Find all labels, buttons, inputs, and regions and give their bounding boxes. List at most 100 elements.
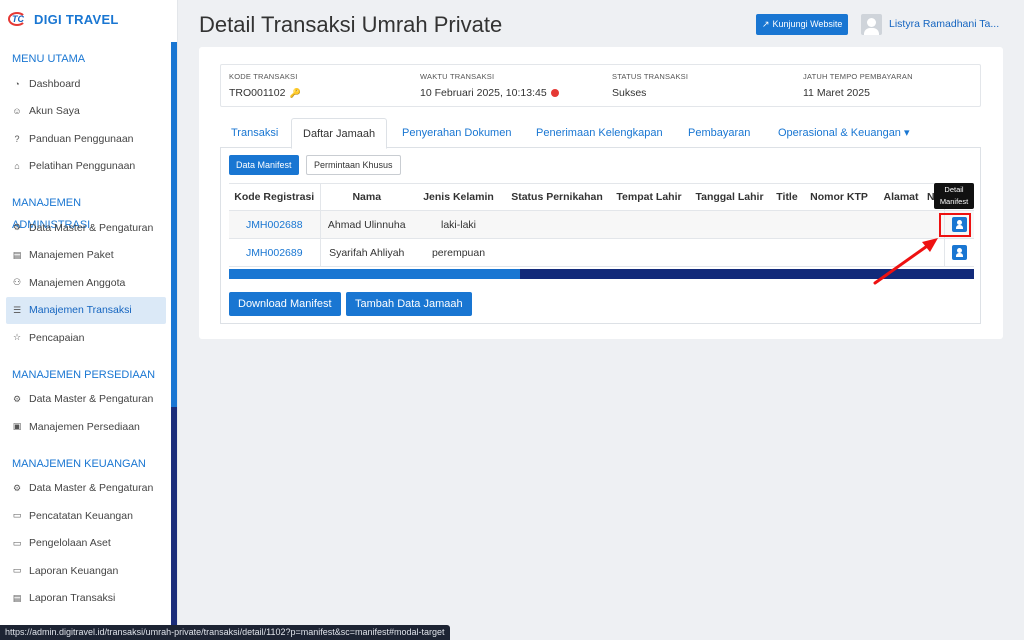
sidebar-item-panduan-penggunaan[interactable]: ? Panduan Penggunaan [0, 125, 172, 153]
key-icon[interactable]: 🔑 [289, 88, 300, 99]
add-jamaah-button[interactable]: Tambah Data Jamaah [346, 292, 472, 316]
sidebar-item-laporan-keuangan[interactable]: ▭ Laporan Keuangan [0, 557, 172, 585]
detail-manifest-tooltip: Detail Manifest [934, 183, 974, 209]
sidebar-item-pelatihan-penggunaan[interactable]: ⌂ Pelatihan Penggunaan [0, 153, 172, 181]
sidebar-item-label: Pencapaian [29, 331, 85, 344]
browser-status-bar: https://admin.digitravel.id/transaksi/um… [0, 625, 450, 640]
money-icon: ▭ [12, 565, 22, 576]
detail-manifest-button[interactable] [951, 245, 967, 260]
due-label: JATUH TEMPO PEMBAYARAN [803, 72, 913, 81]
sidebar-menu: MENU UTAMA ◔ Dashboard ☺ Akun Saya? Panduan P… [0, 48, 172, 612]
sidebar-scrollbar-thumb[interactable] [171, 42, 177, 407]
sidebar-item-label: Data Master & Pengaturan [29, 482, 154, 495]
visit-website-label: Kunjungi Website [772, 19, 843, 29]
cart-icon: ☰ [12, 304, 22, 315]
sidebar-item-laporan-transaksi[interactable]: ▤ Laporan Transaksi [0, 585, 172, 613]
sidebar-item-label: Manajemen Paket [29, 249, 114, 262]
registration-code-link[interactable]: JMH002688 [229, 210, 321, 239]
sidebar-item-label: Pengelolaan Aset [29, 537, 111, 550]
code-label: KODE TRANSAKSI [229, 72, 298, 81]
sidebar-section-title: MENU UTAMA [12, 53, 86, 65]
table-row: JMH002688 Ahmad Ulinnuha laki-laki [229, 210, 974, 239]
brand[interactable]: TC DIGI TRAVEL [8, 10, 119, 28]
sidebar-item-label: Manajemen Anggota [29, 276, 126, 289]
sidebar-item-data-master-pengaturan[interactable]: ⚙ Data Master & Pengaturan [0, 386, 172, 414]
question-icon: ? [14, 133, 20, 144]
table-scrollbar-thumb[interactable] [229, 269, 520, 279]
column-header[interactable]: Jenis Kelamin [413, 183, 504, 211]
table-horizontal-scrollbar[interactable] [229, 269, 974, 279]
transaction-card: KODE TRANSAKSI TRO001102 🔑 WAKTU TRANSAKS… [199, 47, 1003, 339]
sidebar-item-manajemen-anggota[interactable]: ⚇ Manajemen Anggota [0, 269, 172, 297]
tab-penerimaan-kelengkapan[interactable]: Penerimaan Kelengkapan [525, 118, 674, 148]
download-manifest-button[interactable]: Download Manifest [229, 292, 341, 316]
registration-code-link[interactable]: JMH002689 [229, 238, 321, 267]
sidebar-item-data-master-pengaturan[interactable]: ⚙ Data Master & Pengaturan [0, 475, 172, 503]
column-header[interactable]: Tempat Lahir [610, 183, 688, 211]
page-title: Detail Transaksi Umrah Private [199, 12, 503, 37]
brand-logo-icon: TC [8, 10, 30, 28]
sidebar-item-label: Panduan Penggunaan [29, 132, 134, 145]
sidebar-item-label: Laporan Keuangan [29, 564, 119, 577]
column-header[interactable]: Alamat [875, 183, 927, 211]
inbox-icon: ▭ [12, 537, 22, 548]
user-name[interactable]: Listyra Ramadhani Ta... [889, 18, 999, 30]
tab-bar: Transaksi Daftar Jamaah Penyerahan Dokum… [220, 118, 981, 149]
sidebar-item-label: Pelatihan Penggunaan [29, 160, 136, 173]
sidebar-item-dashboard[interactable]: ◔ Dashboard [0, 70, 172, 98]
sidebar-item-label: Pencatatan Keuangan [29, 509, 133, 522]
sidebar-item-label: Akun Saya [29, 105, 80, 118]
money-icon: ▭ [12, 510, 22, 521]
avatar[interactable] [861, 14, 882, 35]
gender-cell: perempuan [413, 238, 504, 267]
tab-pane-daftar-jamaah: Data Manifest Permintaan Khusus Kode Reg… [220, 147, 981, 324]
visit-website-button[interactable]: ↗ Kunjungi Website [756, 14, 849, 35]
column-header[interactable]: Title [771, 183, 803, 211]
sidebar-section-title: MANAJEMEN PERSEDIAAN [12, 368, 156, 381]
due-value: 11 Maret 2025 [803, 87, 870, 99]
external-link-icon: ↗ [762, 19, 770, 29]
sidebar-item-akun-saya[interactable]: ☺ Akun Saya [0, 98, 172, 126]
user-icon: ☺ [12, 106, 22, 117]
dashboard-icon: ◔ [14, 78, 20, 89]
cogs-icon: ⚙ [12, 393, 22, 404]
sidebar-item-manajemen-transaksi[interactable]: ☰ Manajemen Transaksi [6, 296, 166, 324]
column-header[interactable]: Kode Registrasi [229, 183, 321, 211]
data-manifest-button[interactable]: Data Manifest [229, 155, 299, 175]
sidebar-item-pencatatan-keuangan[interactable]: ▭ Pencatatan Keuangan [0, 502, 172, 530]
tab-penyerahan-dokumen[interactable]: Penyerahan Dokumen [391, 118, 522, 148]
name-cell: Ahmad Ulinnuha [320, 210, 413, 239]
highlight-box [939, 213, 971, 237]
gender-cell: laki-laki [413, 210, 504, 239]
tab-daftar-jamaah[interactable]: Daftar Jamaah [291, 118, 388, 149]
cubes-icon: ▣ [12, 421, 22, 432]
star-icon: ☆ [12, 332, 22, 343]
sidebar-item-label: Data Master & Pengaturan [29, 393, 154, 406]
book-icon: ▤ [12, 249, 22, 260]
name-cell: Syarifah Ahliyah [320, 238, 413, 267]
sidebar-item-pengelolaan-aset[interactable]: ▭ Pengelolaan Aset [0, 530, 172, 558]
sidebar-item-label: Laporan Transaksi [29, 592, 116, 605]
sidebar-item-label: Manajemen Transaksi [29, 304, 132, 317]
status-value: Sukses [612, 87, 647, 99]
column-header[interactable]: Status Pernikahan [504, 183, 610, 211]
table-row: JMH002689 Syarifah Ahliyah perempuan [229, 238, 974, 267]
column-header[interactable]: Tanggal Lahir [688, 183, 771, 211]
column-header[interactable]: Nomor KTP [803, 183, 875, 211]
manifest-table: Kode Registrasi Nama Jenis Kelamin Statu… [229, 183, 974, 267]
permintaan-khusus-button[interactable]: Permintaan Khusus [306, 155, 401, 175]
sidebar-section-title: MANAJEMEN KEUANGAN [12, 457, 146, 470]
sidebar-item-label: Manajemen Persediaan [29, 420, 140, 433]
sidebar-item-pencapaian[interactable]: ☆ Pencapaian [0, 324, 172, 352]
tab-operasional-keuangan[interactable]: Operasional & Keuangan ▾ [767, 118, 921, 148]
sidebar-item-manajemen-persediaan[interactable]: ▣ Manajemen Persediaan [0, 413, 172, 441]
tab-pembayaran[interactable]: Pembayaran [677, 118, 761, 148]
column-header[interactable]: Nama [320, 183, 413, 211]
graduation-cap-icon: ⌂ [14, 161, 20, 172]
caret-down-icon: ▾ [904, 127, 910, 139]
time-label: WAKTU TRANSAKSI [420, 72, 495, 81]
tab-transaksi[interactable]: Transaksi [220, 118, 289, 148]
table-header-row: Kode Registrasi Nama Jenis Kelamin Statu… [229, 183, 974, 211]
sidebar: TC DIGI TRAVEL MENU UTAMA ◔ Dashboard ☺ Akun… [0, 0, 178, 640]
sidebar-item-manajemen-paket[interactable]: ▤ Manajemen Paket [0, 242, 172, 270]
